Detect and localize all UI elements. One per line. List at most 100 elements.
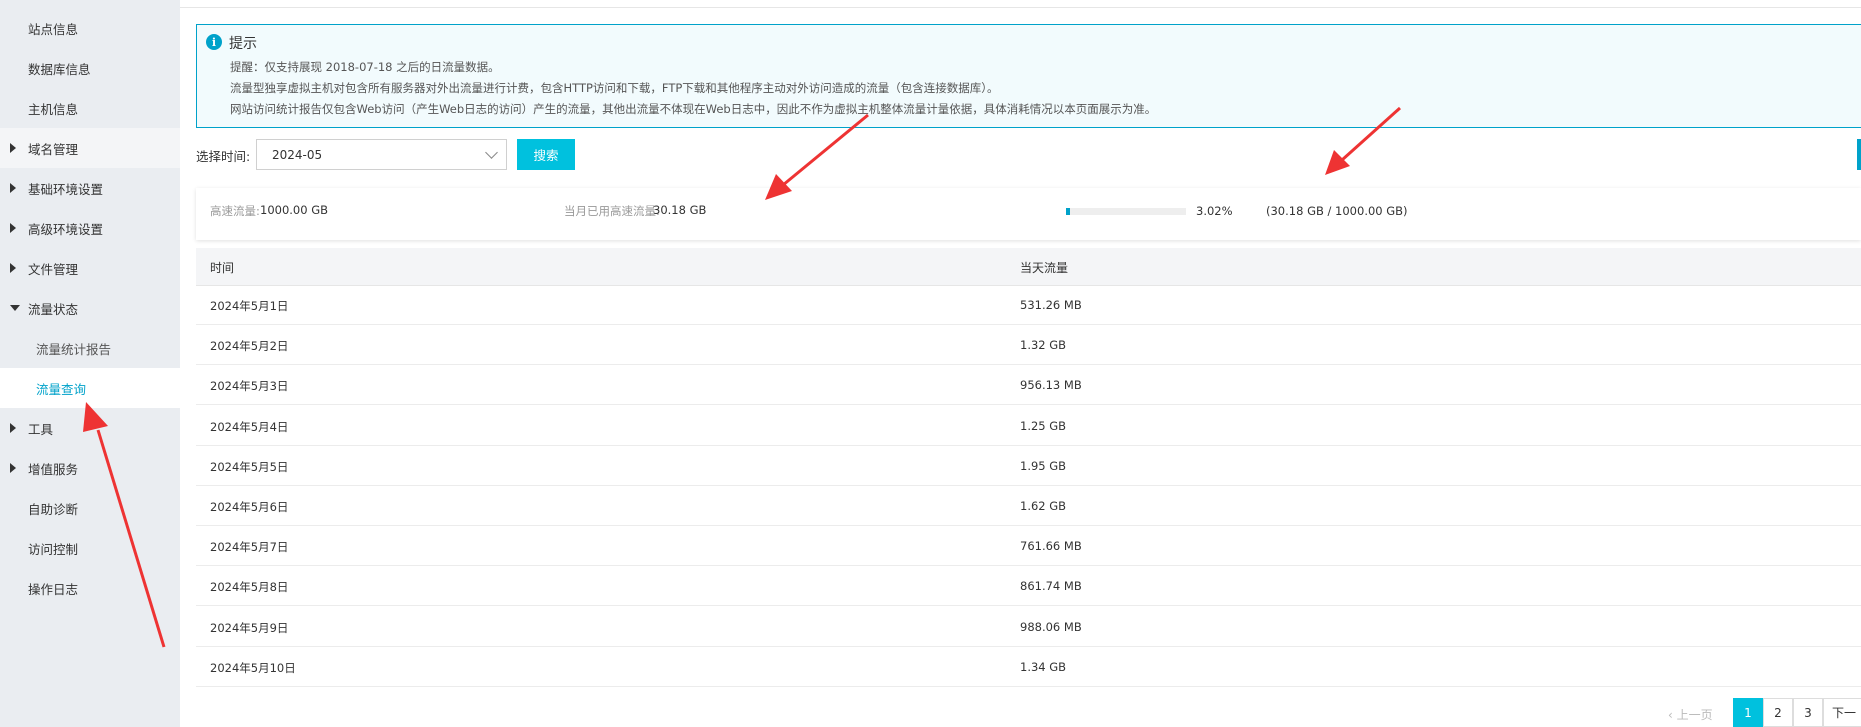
notice-line: 流量型独享虚拟主机对包含所有服务器对外出流量进行计费，包含HTTP访问和下载，F… — [230, 81, 999, 95]
sidebar-item-label: 流量查询 — [36, 381, 87, 397]
next-page-button[interactable]: 下一 — [1823, 698, 1861, 727]
cell-daily-traffic: 1.34 GB — [1020, 659, 1067, 674]
sidebar-item-self-diagnosis[interactable]: 自助诊断 — [0, 488, 180, 528]
table-row: 2024年5月2日 1.32 GB — [196, 325, 1861, 366]
sidebar-item-label: 访问控制 — [28, 541, 79, 557]
table-row: 2024年5月8日 861.74 MB — [196, 566, 1861, 607]
sidebar-item-file-management[interactable]: 文件管理 — [0, 248, 180, 288]
table-row: 2024年5月7日 761.66 MB — [196, 526, 1861, 567]
table-row: 2024年5月1日 531.26 MB — [196, 285, 1861, 325]
cell-date: 2024年5月7日 — [210, 540, 289, 555]
cell-daily-traffic: 956.13 MB — [1020, 378, 1082, 393]
column-header-time: 时间 — [210, 261, 235, 275]
side-tab[interactable] — [1857, 139, 1861, 170]
cell-date: 2024年5月4日 — [210, 419, 289, 434]
table-row: 2024年5月9日 988.06 MB — [196, 607, 1861, 647]
table-row: 2024年5月6日 1.62 GB — [196, 486, 1861, 526]
cell-daily-traffic: 1.32 GB — [1020, 338, 1067, 353]
sidebar-item-label: 流量统计报告 — [36, 341, 112, 357]
cell-daily-traffic: 861.74 MB — [1020, 579, 1082, 594]
sidebar-item-label: 站点信息 — [28, 21, 79, 37]
usage-progress-bar — [1066, 208, 1186, 215]
sidebar: 站点信息 数据库信息 主机信息 域名管理 基础环境设置 高级环境设置 文件管理 … — [0, 0, 180, 727]
sidebar-item-label: 高级环境设置 — [28, 221, 104, 237]
sidebar-item-traffic-report[interactable]: 流量统计报告 — [0, 328, 180, 368]
cell-date: 2024年5月9日 — [210, 620, 289, 635]
table-row: 2024年5月4日 1.25 GB — [196, 406, 1861, 446]
prev-page-label: 上一页 — [1676, 708, 1713, 722]
cell-daily-traffic: 1.62 GB — [1020, 499, 1067, 513]
caret-right-icon — [10, 168, 16, 208]
usage-progress-fill — [1066, 208, 1070, 215]
main-content: i 提示 提醒：仅支持展现 2018-07-18 之后的日流量数据。 流量型独享… — [180, 0, 1861, 727]
cell-daily-traffic: 531.26 MB — [1020, 298, 1082, 312]
column-header-daily-traffic: 当天流量 — [1020, 261, 1069, 275]
caret-down-icon — [10, 288, 20, 328]
filter-label: 选择时间: — [196, 149, 251, 164]
caret-right-icon — [10, 128, 16, 168]
sidebar-item-label: 基础环境设置 — [28, 181, 104, 197]
sidebar-item-traffic-status[interactable]: 流量状态 — [0, 288, 180, 328]
divider — [180, 7, 1861, 8]
cell-daily-traffic: 1.25 GB — [1020, 418, 1067, 433]
notice-box: i 提示 提醒：仅支持展现 2018-07-18 之后的日流量数据。 流量型独享… — [196, 24, 1861, 128]
sidebar-item-label: 流量状态 — [28, 301, 79, 317]
page-button-1[interactable]: 1 — [1733, 698, 1763, 727]
sidebar-item-site-info[interactable]: 站点信息 — [0, 8, 180, 48]
usage-percent: 3.02% — [1196, 204, 1233, 218]
search-button[interactable]: 搜索 — [517, 139, 575, 170]
table-row: 2024年5月3日 956.13 MB — [196, 365, 1861, 406]
sidebar-item-label: 主机信息 — [28, 101, 79, 117]
table-row: 2024年5月10日 1.34 GB — [196, 647, 1861, 687]
sidebar-item-label: 自助诊断 — [28, 501, 79, 517]
used-value: 30.18 GB — [653, 203, 707, 217]
month-select[interactable]: 2024-05 — [256, 139, 507, 170]
sidebar-item-host-info[interactable]: 主机信息 — [0, 88, 180, 128]
cell-date: 2024年5月6日 — [210, 500, 289, 514]
notice-line: 提醒：仅支持展现 2018-07-18 之后的日流量数据。 — [230, 60, 500, 74]
caret-right-icon — [10, 208, 16, 248]
cell-date: 2024年5月10日 — [210, 660, 296, 675]
sidebar-item-label: 域名管理 — [28, 141, 79, 157]
sidebar-item-label: 数据库信息 — [28, 61, 91, 77]
usage-ratio: (30.18 GB / 1000.00 GB) — [1266, 204, 1408, 218]
page-button-2[interactable]: 2 — [1763, 698, 1793, 727]
month-select-value: 2024-05 — [272, 148, 323, 162]
used-label: 当月已用高速流量: — [564, 204, 660, 218]
high-speed-label: 高速流量: — [210, 204, 260, 218]
traffic-summary: 高速流量: 1000.00 GB 当月已用高速流量: 30.18 GB 3.02… — [196, 188, 1861, 240]
notice-title: 提示 — [229, 36, 257, 52]
caret-right-icon — [10, 248, 16, 288]
cell-daily-traffic: 761.66 MB — [1020, 539, 1082, 554]
high-speed-value: 1000.00 GB — [260, 203, 329, 217]
cell-date: 2024年5月8日 — [210, 580, 289, 595]
table-row: 2024年5月5日 1.95 GB — [196, 446, 1861, 486]
sidebar-item-label: 文件管理 — [28, 261, 79, 277]
sidebar-item-label: 增值服务 — [28, 461, 79, 477]
sidebar-item-label: 工具 — [28, 421, 54, 437]
caret-right-icon — [10, 408, 16, 448]
cell-daily-traffic: 988.06 MB — [1020, 619, 1082, 634]
sidebar-item-value-added[interactable]: 增值服务 — [0, 448, 180, 488]
sidebar-item-basic-env[interactable]: 基础环境设置 — [0, 168, 180, 208]
table-header: 时间 当天流量 — [196, 248, 1861, 286]
sidebar-item-access-control[interactable]: 访问控制 — [0, 528, 180, 568]
page-button-3[interactable]: 3 — [1793, 698, 1823, 727]
prev-page-button[interactable]: ‹ 上一页 — [1668, 706, 1713, 723]
sidebar-item-database-info[interactable]: 数据库信息 — [0, 48, 180, 88]
cell-date: 2024年5月5日 — [210, 459, 289, 474]
caret-right-icon — [10, 448, 16, 488]
cell-date: 2024年5月3日 — [210, 379, 289, 394]
info-icon: i — [206, 34, 222, 50]
pagination: ‹ 上一页 1 2 3 下一 — [180, 698, 1861, 727]
sidebar-item-advanced-env[interactable]: 高级环境设置 — [0, 208, 180, 248]
sidebar-item-tools[interactable]: 工具 — [0, 408, 180, 448]
cell-date: 2024年5月1日 — [210, 299, 289, 313]
sidebar-item-traffic-query[interactable]: 流量查询 — [0, 368, 180, 408]
sidebar-item-operation-log[interactable]: 操作日志 — [0, 568, 180, 608]
cell-date: 2024年5月2日 — [210, 339, 289, 354]
sidebar-item-domain-management[interactable]: 域名管理 — [0, 128, 180, 168]
cell-daily-traffic: 1.95 GB — [1020, 458, 1067, 473]
chevron-down-icon — [485, 146, 498, 159]
sidebar-item-label: 操作日志 — [28, 581, 79, 597]
